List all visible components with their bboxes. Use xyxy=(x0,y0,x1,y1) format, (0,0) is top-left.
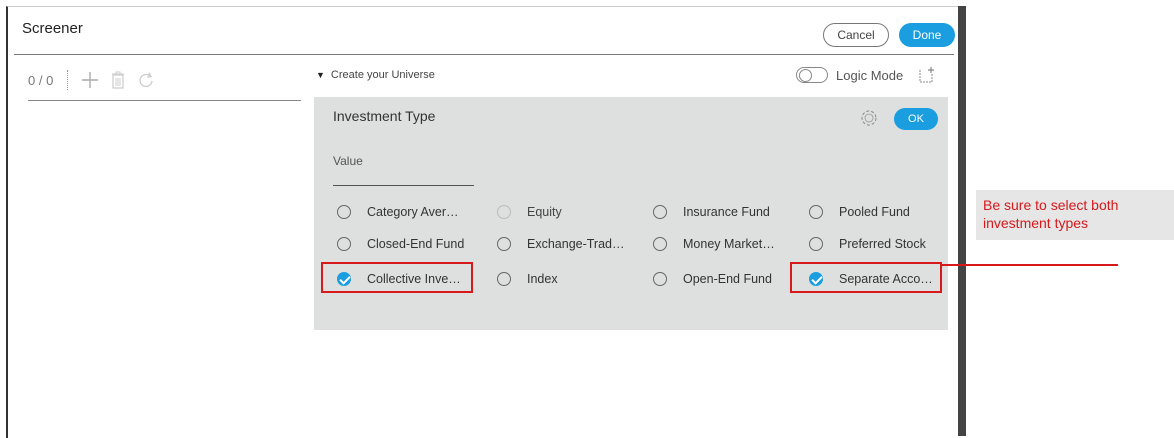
callout-connector-line xyxy=(942,264,1118,266)
option-index[interactable]: Index xyxy=(497,272,558,286)
option-equity: Equity xyxy=(497,205,562,219)
radio-icon[interactable] xyxy=(337,205,351,219)
value-label: Value xyxy=(333,154,363,168)
option-exchange-traded[interactable]: Exchange-Trad… xyxy=(497,237,625,251)
left-pane-divider xyxy=(28,100,301,101)
investment-type-panel: Investment Type OK Value Category Aver… … xyxy=(314,97,948,330)
radio-icon[interactable] xyxy=(497,272,511,286)
radio-icon[interactable] xyxy=(809,205,823,219)
option-label: Preferred Stock xyxy=(839,237,926,251)
add-icon[interactable] xyxy=(81,71,99,89)
radio-disabled-icon xyxy=(497,205,511,219)
cancel-button[interactable]: Cancel xyxy=(823,23,889,47)
option-pooled-fund[interactable]: Pooled Fund xyxy=(809,205,910,219)
option-closed-end-fund[interactable]: Closed-End Fund xyxy=(337,237,464,251)
triangle-down-icon: ▼ xyxy=(316,70,325,80)
option-label: Closed-End Fund xyxy=(367,237,465,251)
callout-note: Be sure to select both investment types xyxy=(976,190,1174,240)
option-label: Category Aver… xyxy=(367,205,459,219)
window-title: Screener xyxy=(22,20,83,37)
create-universe-toggle[interactable]: ▼ Create your Universe xyxy=(316,69,435,81)
gear-icon[interactable] xyxy=(858,107,880,134)
trash-icon[interactable] xyxy=(111,71,125,89)
option-label: Money Market… xyxy=(683,237,775,251)
option-open-end-fund[interactable]: Open-End Fund xyxy=(653,272,772,286)
option-label: Open-End Fund xyxy=(683,272,772,286)
toolbar-divider xyxy=(67,70,69,90)
option-insurance-fund[interactable]: Insurance Fund xyxy=(653,205,770,219)
toolbar: 0 / 0 xyxy=(28,69,167,91)
logic-mode-label: Logic Mode xyxy=(836,67,904,83)
radio-icon[interactable] xyxy=(497,237,511,251)
title-divider xyxy=(14,54,954,55)
option-label: Exchange-Trad… xyxy=(527,237,625,251)
done-button[interactable]: Done xyxy=(899,23,955,47)
option-label: Equity xyxy=(527,205,562,219)
panel-title: Investment Type xyxy=(333,108,436,124)
result-count: 0 / 0 xyxy=(28,72,54,88)
value-underline xyxy=(333,185,474,186)
radio-icon[interactable] xyxy=(653,237,667,251)
add-criteria-icon[interactable] xyxy=(917,66,937,84)
window-scrollbar[interactable] xyxy=(958,6,966,436)
radio-icon[interactable] xyxy=(653,272,667,286)
radio-icon[interactable] xyxy=(809,237,823,251)
highlight-box-separate-account xyxy=(790,262,942,293)
option-money-market[interactable]: Money Market… xyxy=(653,237,775,251)
create-universe-label: Create your Universe xyxy=(330,69,435,81)
ok-button[interactable]: OK xyxy=(894,108,938,130)
toggle-knob xyxy=(799,69,812,82)
option-preferred-stock[interactable]: Preferred Stock xyxy=(809,237,926,251)
option-label: Insurance Fund xyxy=(683,205,770,219)
highlight-box-collective xyxy=(321,262,473,293)
radio-icon[interactable] xyxy=(337,237,351,251)
radio-icon[interactable] xyxy=(653,205,667,219)
option-label: Pooled Fund xyxy=(839,205,910,219)
logic-mode-toggle[interactable] xyxy=(796,67,828,83)
logic-mode: Logic Mode xyxy=(796,66,937,84)
option-category-average[interactable]: Category Aver… xyxy=(337,205,458,219)
refresh-icon[interactable] xyxy=(137,71,155,89)
option-label: Index xyxy=(527,272,558,286)
